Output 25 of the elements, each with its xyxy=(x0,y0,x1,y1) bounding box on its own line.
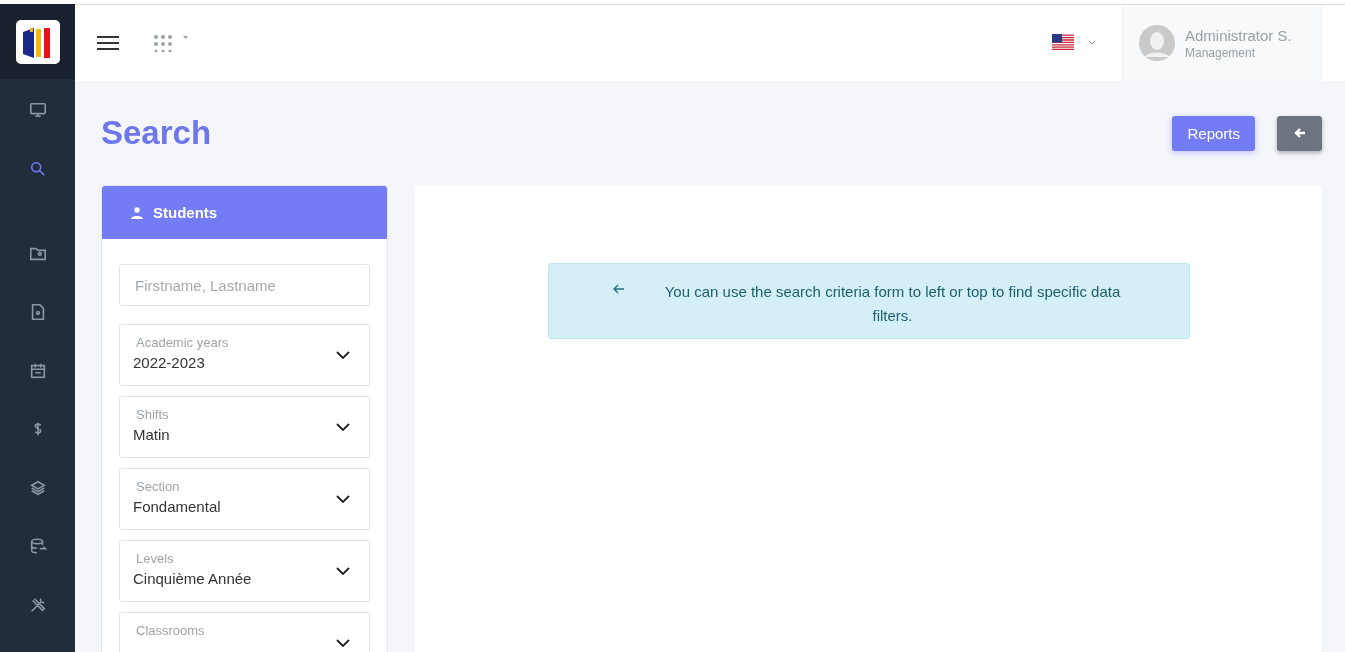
chevron-down-icon xyxy=(336,495,350,503)
user-role: Management xyxy=(1185,45,1257,60)
logo-icon[interactable] xyxy=(15,19,60,64)
select-field[interactable]: Section Fondamental xyxy=(119,468,370,530)
alert-text: You can use the search criteria form to left or top to find specific data filters. xyxy=(663,282,1122,326)
user-name: Administrator S. xyxy=(1185,26,1292,44)
name-search-field[interactable]: Firstname, Lastname xyxy=(119,264,370,306)
chevron-down-icon xyxy=(336,351,350,359)
arrow-left-icon xyxy=(612,284,625,294)
chevron-down-icon xyxy=(336,423,350,431)
flag-icon[interactable] xyxy=(1052,34,1096,52)
panel-title: Students xyxy=(153,204,218,221)
avatar-icon xyxy=(1139,25,1175,61)
select-field[interactable]: Academic years 2022-2023 xyxy=(119,324,370,386)
user-icon xyxy=(131,206,143,219)
apps-grid-icon[interactable] xyxy=(153,34,189,52)
page-title: Search xyxy=(101,114,212,152)
select-field[interactable]: Levels Cinquième Année xyxy=(119,540,370,602)
back-button[interactable] xyxy=(1277,115,1322,151)
chevron-down-icon xyxy=(336,567,350,575)
chevron-down-icon xyxy=(336,639,350,647)
arrow-left-icon xyxy=(1293,127,1306,139)
reports-button[interactable]: Reports xyxy=(1172,115,1255,151)
select-field[interactable]: Shifts Matin xyxy=(119,396,370,458)
menu-icon[interactable] xyxy=(97,35,119,51)
